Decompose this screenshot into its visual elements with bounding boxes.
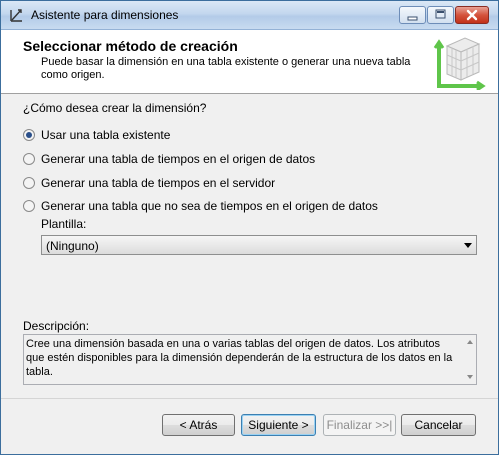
description-box[interactable]: Cree una dimensión basada en una o varia…: [23, 334, 477, 385]
scroll-down-icon[interactable]: [467, 375, 473, 379]
page-title: Seleccionar método de creación: [23, 38, 238, 54]
description-text: Cree una dimensión basada en una o varia…: [26, 338, 453, 378]
option-label: Generar una tabla de tiempos en el orige…: [41, 152, 316, 166]
option-non-time-table[interactable]: Generar una tabla que no sea de tiempos …: [23, 198, 378, 214]
radio-existing-table[interactable]: [23, 129, 35, 141]
radio-time-table-server[interactable]: [23, 177, 35, 189]
template-value: (Ninguno): [46, 239, 99, 253]
maximize-icon: [435, 9, 446, 19]
option-label: Usar una tabla existente: [41, 128, 171, 142]
option-label: Generar una tabla que no sea de tiempos …: [41, 199, 378, 213]
window-title: Asistente para dimensiones: [31, 8, 179, 22]
option-time-table-server[interactable]: Generar una tabla de tiempos en el servi…: [23, 175, 275, 191]
cancel-button[interactable]: Cancelar: [401, 414, 476, 436]
page-description: Puede basar la dimensión en una tabla ex…: [41, 56, 411, 81]
minimize-button[interactable]: [399, 6, 426, 24]
dimension-wizard-icon: [9, 7, 25, 23]
radio-time-table-source[interactable]: [23, 153, 35, 165]
description-label: Descripción:: [23, 319, 90, 333]
template-label: Plantilla:: [41, 217, 87, 231]
maximize-button[interactable]: [427, 6, 454, 24]
template-select[interactable]: (Ninguno): [41, 235, 477, 255]
minimize-icon: [407, 16, 418, 21]
title-bar[interactable]: Asistente para dimensiones: [1, 1, 498, 30]
wizard-window: Asistente para dimensiones Seleccionar m…: [0, 0, 499, 455]
radio-non-time-table[interactable]: [23, 200, 35, 212]
option-existing-table[interactable]: Usar una tabla existente: [23, 127, 170, 143]
close-button[interactable]: [455, 6, 489, 24]
wizard-header: Seleccionar método de creación Puede bas…: [1, 30, 498, 94]
next-button[interactable]: Siguiente >: [241, 414, 316, 436]
creation-question: ¿Cómo desea crear la dimensión?: [23, 101, 207, 115]
close-icon: [466, 9, 478, 21]
table-cube-icon: [431, 34, 487, 92]
finish-button[interactable]: Finalizar >>|: [323, 414, 396, 436]
chevron-down-icon: [464, 243, 472, 248]
option-time-table-source[interactable]: Generar una tabla de tiempos en el orige…: [23, 151, 315, 167]
scroll-up-icon[interactable]: [467, 340, 473, 344]
back-button[interactable]: < Atrás: [162, 414, 235, 436]
option-label: Generar una tabla de tiempos en el servi…: [41, 176, 276, 190]
divider: [1, 398, 498, 399]
